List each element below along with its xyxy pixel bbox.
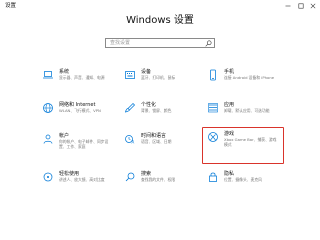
tile-devices[interactable]: 设备 蓝牙、打印机、鼠标 <box>120 66 202 100</box>
tile-personalization[interactable]: 个性化 背景、锁屏、颜色 <box>120 99 202 133</box>
person-icon <box>43 134 53 144</box>
tile-accounts[interactable]: 帐户 你的帐户、电子邮件、同步设置、工作、家庭 <box>38 130 120 164</box>
search-input[interactable]: 查找设置 <box>105 38 215 48</box>
minimize-icon <box>285 5 291 7</box>
window-title: 设置 <box>5 3 17 9</box>
tile-ease-of-access[interactable]: 轻松使用 讲述人、放大镜、高对比度 <box>38 168 120 202</box>
page-title: Windows 设置 <box>126 15 194 26</box>
ease-of-access-icon <box>43 172 53 182</box>
time-language-icon: A <box>125 135 135 145</box>
xbox-icon <box>208 132 218 142</box>
maximize-button[interactable] <box>295 0 307 12</box>
search-icon[interactable] <box>205 40 212 47</box>
close-icon <box>310 3 316 9</box>
tile-phone[interactable]: 手机 连接 Android 设备和 iPhone <box>203 66 285 100</box>
phone-icon <box>210 69 216 81</box>
brush-icon <box>124 102 136 113</box>
laptop-icon <box>43 71 53 79</box>
tile-system[interactable]: 系统 显示器、声音、通知、电源 <box>38 66 120 100</box>
tile-privacy[interactable]: 隐私 位置、摄像头、麦克风 <box>203 168 285 202</box>
tile-time-language[interactable]: A 时间和语言 语音、区域、日期 <box>120 130 202 164</box>
title-bar: 设置 <box>0 0 320 14</box>
globe-icon <box>43 103 53 113</box>
search-icon <box>125 172 135 182</box>
tile-description: 卸载、默认应用、可选功能 <box>224 108 270 113</box>
apps-icon <box>208 103 218 113</box>
tile-description: 你的帐户、电子邮件、同步设置、工作、家庭 <box>59 139 109 149</box>
search-placeholder: 查找设置 <box>110 40 131 46</box>
tile-description: 语音、区域、日期 <box>141 139 172 144</box>
tile-description: Xbox Game Bar、捕获、游戏模式 <box>224 137 277 147</box>
minimize-button[interactable] <box>282 0 294 12</box>
tile-network[interactable]: 网络和 Internet WLAN、飞行模式、VPN <box>38 99 120 133</box>
tile-description: 显示器、声音、通知、电源 <box>59 75 105 80</box>
tile-description: WLAN、飞行模式、VPN <box>59 108 101 113</box>
lock-icon <box>209 172 217 182</box>
close-button[interactable] <box>307 0 319 12</box>
keyboard-icon <box>125 71 135 79</box>
svg-text:A: A <box>132 140 135 145</box>
tile-description: 背景、锁屏、颜色 <box>141 108 172 113</box>
tile-description: 连接 Android 设备和 iPhone <box>224 75 275 80</box>
tile-gaming[interactable]: 游戏 Xbox Game Bar、捕获、游戏模式 <box>202 127 284 164</box>
tile-description: 讲述人、放大镜、高对比度 <box>59 177 105 182</box>
maximize-icon <box>298 3 304 9</box>
tile-description: 查找我的文件、权限 <box>141 177 176 182</box>
tile-search[interactable]: 搜索 查找我的文件、权限 <box>120 168 202 202</box>
tile-description: 蓝牙、打印机、鼠标 <box>141 75 176 80</box>
tile-description: 位置、摄像头、麦克风 <box>224 177 262 182</box>
